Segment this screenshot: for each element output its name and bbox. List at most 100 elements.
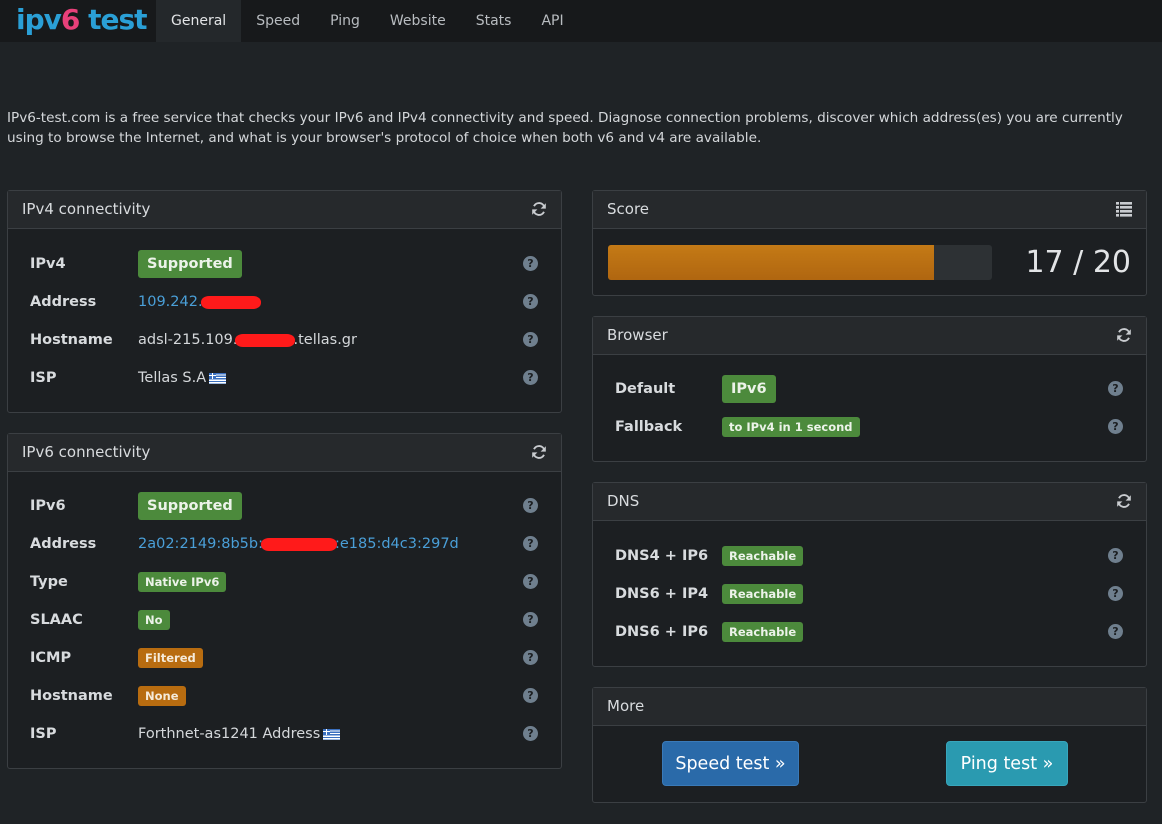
browser-fallback-label: Fallback (615, 419, 683, 435)
nav-item-api[interactable]: API (526, 0, 578, 42)
help-icon[interactable]: ? (1108, 381, 1123, 396)
browser-panel: Browser Default IPv6 ? Fallback to IPv4 … (592, 316, 1147, 462)
browser-row-fallback: Fallback to IPv4 in 1 second ? (593, 412, 1146, 442)
browser-panel-header: Browser (593, 317, 1146, 355)
greece-flag-icon (209, 372, 227, 384)
help-icon[interactable]: ? (523, 256, 538, 271)
refresh-icon[interactable] (531, 201, 547, 217)
refresh-icon[interactable] (1116, 327, 1132, 343)
dns6-ip6-label: DNS6 + IP6 (615, 624, 709, 640)
redaction-mark (260, 537, 337, 551)
help-icon[interactable]: ? (523, 726, 538, 741)
ipv4-address-label: Address (30, 294, 97, 310)
refresh-icon[interactable] (1116, 493, 1132, 509)
score-progress-bar (608, 245, 992, 280)
dns-panel: DNS DNS4 + IP6 Reachable ? DNS6 + IP4 Re… (592, 482, 1147, 667)
ipv6-type-label: Type (30, 574, 68, 590)
nav-item-stats[interactable]: Stats (461, 0, 527, 42)
dns-panel-title: DNS (607, 492, 640, 510)
dns6-ip4-badge: Reachable (722, 584, 804, 604)
ipv4-row-address: Address 109.242. ? (8, 287, 561, 317)
ipv4-row-hostname: Hostname adsl-215.109. .tellas.gr ? (8, 325, 561, 355)
dns4-ip6-label: DNS4 + IP6 (615, 548, 709, 564)
ipv4-label: IPv4 (30, 256, 66, 272)
more-panel-header: More (593, 688, 1146, 726)
ping-test-button[interactable]: Ping test » (946, 741, 1068, 786)
refresh-icon[interactable] (531, 444, 547, 460)
help-icon[interactable]: ? (523, 332, 538, 347)
nav-item-general[interactable]: General (156, 0, 242, 42)
nav-item-speed[interactable]: Speed (241, 0, 315, 42)
ipv6-row-slaac: SLAAC No ? (8, 605, 561, 635)
ipv4-isp-value: Tellas S.A (138, 363, 227, 393)
ipv6-address-value: 2a02:2149:8b5b: :e185:d4c3:297d (138, 529, 459, 559)
ipv6-address-link-suffix[interactable]: :e185:d4c3:297d (335, 536, 459, 552)
ipv6-address-link-prefix[interactable]: 2a02:2149:8b5b: (138, 536, 263, 552)
help-icon[interactable]: ? (523, 650, 538, 665)
help-icon[interactable]: ? (1108, 419, 1123, 434)
ipv6-hostname-label: Hostname (30, 688, 113, 704)
help-icon[interactable]: ? (523, 294, 538, 309)
native-ipv6-badge: Native IPv6 (138, 572, 227, 592)
ipv4-row-isp: ISP Tellas S.A ? (8, 363, 561, 393)
ipv4-hostname-label: Hostname (30, 332, 113, 348)
browser-fallback-badge: to IPv4 in 1 second (722, 417, 860, 437)
dns6-ip6-badge: Reachable (722, 622, 804, 642)
ipv6-label: IPv6 (30, 498, 66, 514)
more-panel: More Speed test » Ping test » (592, 687, 1147, 803)
help-icon[interactable]: ? (523, 574, 538, 589)
browser-default-label: Default (615, 381, 676, 397)
ipv4-panel-header: IPv4 connectivity (8, 191, 561, 229)
nav-item-ping[interactable]: Ping (315, 0, 375, 42)
ipv4-isp-text: Tellas S.A (138, 370, 207, 386)
help-icon[interactable]: ? (1108, 624, 1123, 639)
navbar: ipv6 test General Speed Ping Website Sta… (0, 0, 1162, 42)
redaction-mark (235, 333, 296, 347)
ipv4-address-value: 109.242. (138, 287, 261, 317)
icmp-badge: Filtered (138, 648, 203, 668)
ipv6-row-address: Address 2a02:2149:8b5b::e185:d4c3:297d ? (8, 529, 561, 559)
slaac-badge: No (138, 610, 170, 630)
browser-default-badge: IPv6 (722, 375, 776, 403)
more-panel-title: More (607, 697, 645, 715)
help-icon[interactable]: ? (1108, 548, 1123, 563)
ipv4-address-link[interactable]: 109.242. (138, 294, 203, 310)
help-icon[interactable]: ? (523, 370, 538, 385)
brand-text-6: 6 (60, 3, 81, 36)
score-panel-title: Score (607, 200, 650, 218)
list-icon[interactable] (1116, 201, 1132, 217)
ipv6-panel-header: IPv6 connectivity (8, 434, 561, 472)
ipv6-slaac-label: SLAAC (30, 612, 83, 628)
help-icon[interactable]: ? (1108, 586, 1123, 601)
ipv4-row-ipv4: IPv4 Supported ? (8, 249, 561, 279)
score-panel-header: Score (593, 191, 1146, 229)
dns4-ip6-badge: Reachable (722, 546, 804, 566)
hostname-badge: None (138, 686, 186, 706)
score-panel: Score 17 / 20 (592, 190, 1147, 296)
brand-text-test: test (79, 3, 147, 36)
ipv6-row-isp: ISP Forthnet-as1241 Address ? (8, 719, 561, 749)
ipv6-supported-badge: Supported (138, 492, 242, 520)
ipv4-panel: IPv4 connectivity IPv4 Supported ? Addre… (7, 190, 562, 413)
ipv4-supported-badge: Supported (138, 250, 242, 278)
help-icon[interactable]: ? (523, 612, 538, 627)
ipv4-panel-title: IPv4 connectivity (22, 200, 151, 218)
ipv6-isp-value: Forthnet-as1241 Address (138, 719, 341, 749)
score-text: 17 / 20 (1025, 245, 1131, 280)
brand-logo[interactable]: ipv6 test (16, 2, 148, 38)
greece-flag-icon (323, 728, 341, 740)
speed-test-button[interactable]: Speed test » (662, 741, 799, 786)
dns6-ip4-label: DNS6 + IP4 (615, 586, 709, 602)
help-icon[interactable]: ? (523, 498, 538, 513)
dns-row-dns6-ip6: DNS6 + IP6 Reachable ? (593, 617, 1146, 647)
dns-row-dns6-ip4: DNS6 + IP4 Reachable ? (593, 579, 1146, 609)
ipv4-hostname-prefix: adsl-215.109. (138, 332, 238, 348)
main-nav: General Speed Ping Website Stats API (156, 0, 579, 42)
redaction-mark (200, 295, 261, 309)
nav-item-website[interactable]: Website (375, 0, 461, 42)
help-icon[interactable]: ? (523, 536, 538, 551)
browser-row-default: Default IPv6 ? (593, 374, 1146, 404)
brand-text-ipv: ipv (16, 3, 62, 36)
help-icon[interactable]: ? (523, 688, 538, 703)
ipv6-row-icmp: ICMP Filtered ? (8, 643, 561, 673)
